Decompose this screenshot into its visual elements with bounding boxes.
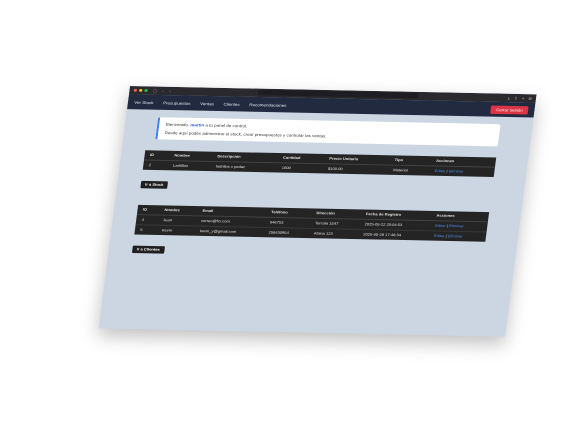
cell-id: 5: [134, 224, 158, 235]
sidebar-icon[interactable]: ▢: [153, 88, 158, 93]
cell-id: 4: [135, 214, 159, 226]
go-to-clients-button[interactable]: Ir a Clientes: [131, 245, 165, 254]
delete-link[interactable]: Eliminar: [449, 224, 464, 228]
browser-toolbar-right: ⤓ ⇪ + ⧉: [508, 96, 533, 101]
back-icon[interactable]: ‹: [162, 89, 164, 94]
cell-id: 2: [142, 160, 169, 171]
greeting-post: a tu panel de control.: [203, 122, 248, 129]
new-tab-icon[interactable]: +: [522, 96, 525, 101]
go-to-stock-button[interactable]: Ir a Stock: [140, 180, 169, 189]
download-icon[interactable]: ⤓: [508, 96, 511, 101]
edit-link[interactable]: Editar: [434, 234, 445, 238]
edit-link[interactable]: Editar: [435, 169, 446, 173]
browser-window: ▢ ‹ › ⤓ ⇪ + ⧉ Ver Stock Presupuestos Ven…: [98, 86, 537, 337]
nav-item-clientes[interactable]: Clientes: [223, 101, 240, 106]
delete-link[interactable]: Eliminar: [448, 170, 463, 174]
col-header: ID: [136, 204, 160, 216]
delete-link[interactable]: Eliminar: [448, 234, 463, 238]
close-window-dot[interactable]: [133, 88, 138, 92]
nav-item-presupuestos[interactable]: Presupuestos: [163, 100, 191, 105]
nav-item-ver-stock[interactable]: Ver Stock: [134, 100, 154, 105]
forward-icon[interactable]: ›: [169, 89, 171, 94]
edit-link[interactable]: Editar: [435, 224, 446, 228]
nav-item-ventas[interactable]: Ventas: [200, 101, 214, 106]
col-header: ID: [144, 150, 170, 161]
nav-item-recomendaciones[interactable]: Recomendaciones: [249, 102, 287, 107]
greeting-pre: Bienvenido,: [165, 121, 191, 128]
minimize-window-dot[interactable]: [138, 88, 143, 92]
user-name: martin: [190, 122, 205, 128]
tabs-icon[interactable]: ⧉: [528, 96, 532, 101]
zoom-window-dot[interactable]: [144, 89, 148, 92]
logout-button[interactable]: Cerrar Sesión: [490, 105, 529, 115]
stage: ▢ ‹ › ⤓ ⇪ + ⧉ Ver Stock Presupuestos Ven…: [0, 0, 577, 433]
share-icon[interactable]: ⇪: [514, 96, 518, 101]
